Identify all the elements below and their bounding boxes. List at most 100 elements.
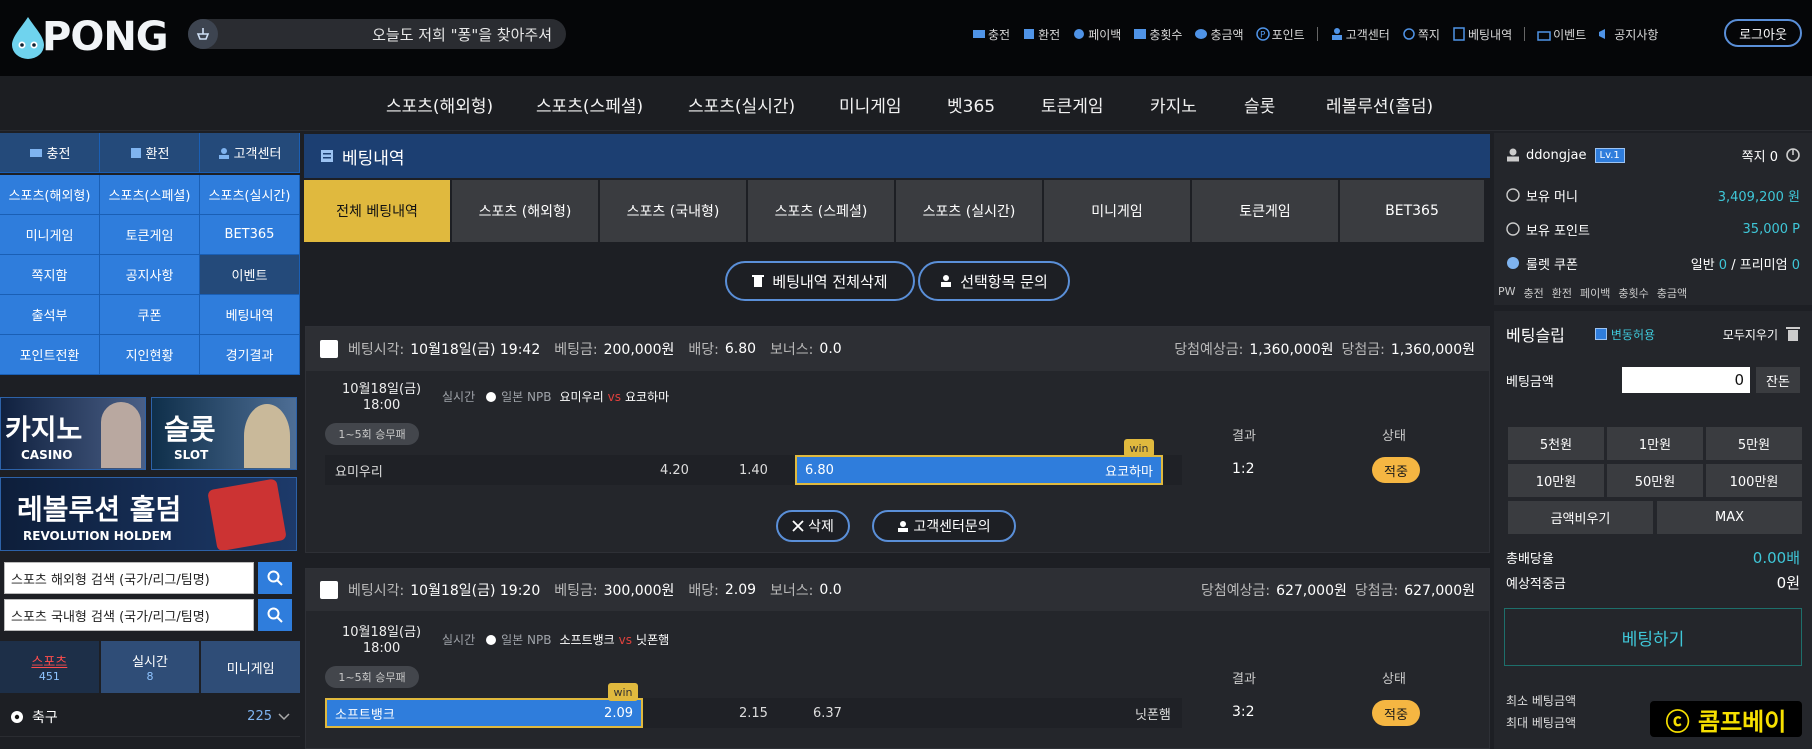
quick-payback[interactable]: 페이백: [1580, 285, 1610, 301]
topnav-charge-count[interactable]: 충횟수: [1133, 26, 1182, 43]
tab-minigame[interactable]: 미니게임: [1044, 180, 1190, 242]
logout-button[interactable]: 로그아웃: [1724, 19, 1802, 47]
topnav-notice[interactable]: 공지사항: [1598, 26, 1658, 43]
selected-home-pick[interactable]: 소프트뱅크 2.09: [325, 698, 643, 728]
left-menu-results[interactable]: 경기결과: [200, 335, 300, 375]
quick-charge[interactable]: 충전: [1524, 285, 1544, 301]
support-inquiry-button[interactable]: 고객센터문의: [872, 510, 1016, 542]
power-icon[interactable]: [1786, 148, 1800, 162]
left-menu-sports-live[interactable]: 스포츠(실시간): [200, 175, 300, 215]
slot-banner[interactable]: 슬롯 SLOT: [151, 397, 297, 470]
topnav-bet-history[interactable]: 베팅내역: [1452, 26, 1512, 43]
left-menu-bet365[interactable]: BET365: [200, 215, 300, 255]
amount-10k-button[interactable]: 1만원: [1607, 427, 1703, 460]
mainnav-holdem[interactable]: 레볼루션(홀덤): [1326, 92, 1433, 117]
left-menu-messages[interactable]: 쪽지함: [0, 255, 100, 295]
mainnav-token-game[interactable]: 토큰게임: [1041, 92, 1104, 117]
tab-sports-overseas[interactable]: 스포츠 (해외형): [452, 180, 598, 242]
tab-sports-live[interactable]: 스포츠 (실시간): [896, 180, 1042, 242]
topnav-charge-amount[interactable]: 충금액: [1194, 26, 1244, 43]
mainnav-minigame[interactable]: 미니게임: [839, 92, 902, 117]
remain-button[interactable]: 잔돈: [1756, 367, 1800, 393]
clear-all-button[interactable]: 모두지우기: [1723, 326, 1778, 343]
tab-sports-special[interactable]: 스포츠 (스페셜): [748, 180, 894, 242]
search-domestic-input[interactable]: 스포츠 국내형 검색 (국가/리그/팀명): [4, 599, 254, 631]
quick-pw[interactable]: PW: [1498, 285, 1516, 301]
left-menu-notice[interactable]: 공지사항: [100, 255, 200, 295]
variable-odds-toggle[interactable]: 변동허용: [1594, 326, 1655, 343]
left-support-button[interactable]: 고객센터: [200, 133, 300, 173]
tab-sports[interactable]: 스포츠 451: [0, 641, 99, 693]
topnav-payback[interactable]: 페이백: [1072, 26, 1121, 43]
search-overseas-button[interactable]: [258, 562, 292, 594]
site-logo[interactable]: PONG: [10, 14, 169, 60]
left-menu-point-convert[interactable]: 포인트전환: [0, 335, 100, 375]
topnav-support[interactable]: 고객센터: [1330, 26, 1390, 43]
tab-live[interactable]: 실시간 8: [100, 641, 200, 693]
sport-item-soccer[interactable]: 축구 225: [0, 697, 300, 737]
draw-odds[interactable]: 1.40: [739, 455, 768, 485]
mainnav-slot[interactable]: 슬롯: [1244, 92, 1275, 117]
search-domestic-button[interactable]: [258, 599, 292, 631]
draw-odds[interactable]: 2.15: [739, 698, 768, 728]
home-odds[interactable]: 4.20: [660, 455, 689, 485]
left-menu-referral[interactable]: 지인현황: [100, 335, 200, 375]
left-menu-minigame[interactable]: 미니게임: [0, 215, 100, 255]
left-exchange-button[interactable]: 환전: [100, 133, 200, 173]
topnav-label: 페이백: [1088, 27, 1122, 42]
amount-50k-button[interactable]: 5만원: [1706, 427, 1802, 460]
left-menu-sports-overseas[interactable]: 스포츠(해외형): [0, 175, 100, 215]
tab-sports-domestic[interactable]: 스포츠 (국내형): [600, 180, 746, 242]
left-charge-button[interactable]: 충전: [0, 133, 100, 173]
match-time: 18:00: [362, 398, 401, 413]
left-menu-coupon[interactable]: 쿠폰: [100, 295, 200, 335]
quick-charge-amount[interactable]: 충금액: [1657, 285, 1687, 301]
home-option[interactable]: 요미우리: [335, 455, 383, 485]
left-menu-bet-history[interactable]: 베팅내역: [200, 295, 300, 335]
inquire-selected-button[interactable]: 선택항목 문의: [918, 261, 1070, 301]
topnav-exchange[interactable]: 환전: [1022, 26, 1060, 43]
place-bet-button[interactable]: 베팅하기: [1504, 608, 1802, 666]
left-menu-event[interactable]: 이벤트: [200, 255, 300, 295]
amount-500k-button[interactable]: 50만원: [1607, 464, 1703, 497]
amount-100k-button[interactable]: 10만원: [1508, 464, 1604, 497]
mainnav-casino[interactable]: 카지노: [1150, 92, 1197, 117]
tab-minigame[interactable]: 미니게임: [201, 641, 301, 693]
search-overseas-input[interactable]: 스포츠 해외형 검색 (국가/리그/팀명): [4, 562, 254, 594]
left-menu-token-game[interactable]: 토큰게임: [100, 215, 200, 255]
match-date: 10월18일(금): [342, 382, 422, 397]
payback-icon: [1074, 29, 1085, 39]
away-option[interactable]: 닛폰햄: [1135, 698, 1171, 728]
topnav-event[interactable]: 이벤트: [1537, 26, 1586, 43]
topnav-charge[interactable]: 충전: [972, 26, 1010, 43]
mainnav-sports-overseas[interactable]: 스포츠(해외형): [386, 92, 493, 117]
messages-count[interactable]: 쪽지 0: [1742, 146, 1778, 165]
bet-select-checkbox[interactable]: [320, 581, 338, 599]
delete-all-history-button[interactable]: 베팅내역 전체삭제: [725, 261, 915, 301]
trash-icon[interactable]: [1786, 326, 1800, 342]
mainnav-sports-live[interactable]: 스포츠(실시간): [688, 92, 795, 117]
tab-all-bets[interactable]: 전체 베팅내역: [304, 180, 450, 242]
left-menu-attendance[interactable]: 출석부: [0, 295, 100, 335]
left-menu-sports-special[interactable]: 스포츠(스페셜): [100, 175, 200, 215]
mainnav-bet365[interactable]: 벳365: [947, 92, 995, 117]
quick-exchange[interactable]: 환전: [1552, 285, 1572, 301]
bet-amount-input[interactable]: 0: [1622, 367, 1750, 393]
topnav-message[interactable]: 쪽지: [1402, 26, 1440, 43]
bet-select-checkbox[interactable]: [320, 340, 338, 358]
amount-5k-button[interactable]: 5천원: [1508, 427, 1604, 460]
tab-bet365[interactable]: BET365: [1340, 180, 1484, 242]
mainnav-sports-special[interactable]: 스포츠(스페셜): [536, 92, 643, 117]
away-odds[interactable]: 6.37: [813, 698, 842, 728]
selected-away-pick[interactable]: 6.80 요코하마: [795, 455, 1163, 485]
clear-amount-button[interactable]: 금액비우기: [1508, 501, 1653, 534]
topnav-point[interactable]: P 포인트: [1255, 26, 1305, 43]
delete-bet-button[interactable]: 삭제: [776, 510, 850, 542]
casino-banner[interactable]: 카지노 CASINO: [0, 397, 146, 470]
amount-1m-button[interactable]: 100만원: [1706, 464, 1802, 497]
quick-charge-count[interactable]: 충횟수: [1618, 285, 1648, 301]
max-amount-button[interactable]: MAX: [1657, 501, 1802, 534]
tab-token-game[interactable]: 토큰게임: [1192, 180, 1338, 242]
match-time: 18:00: [362, 641, 401, 656]
holdem-banner[interactable]: 레볼루션 홀덤 REVOLUTION HOLDEM: [0, 477, 297, 551]
